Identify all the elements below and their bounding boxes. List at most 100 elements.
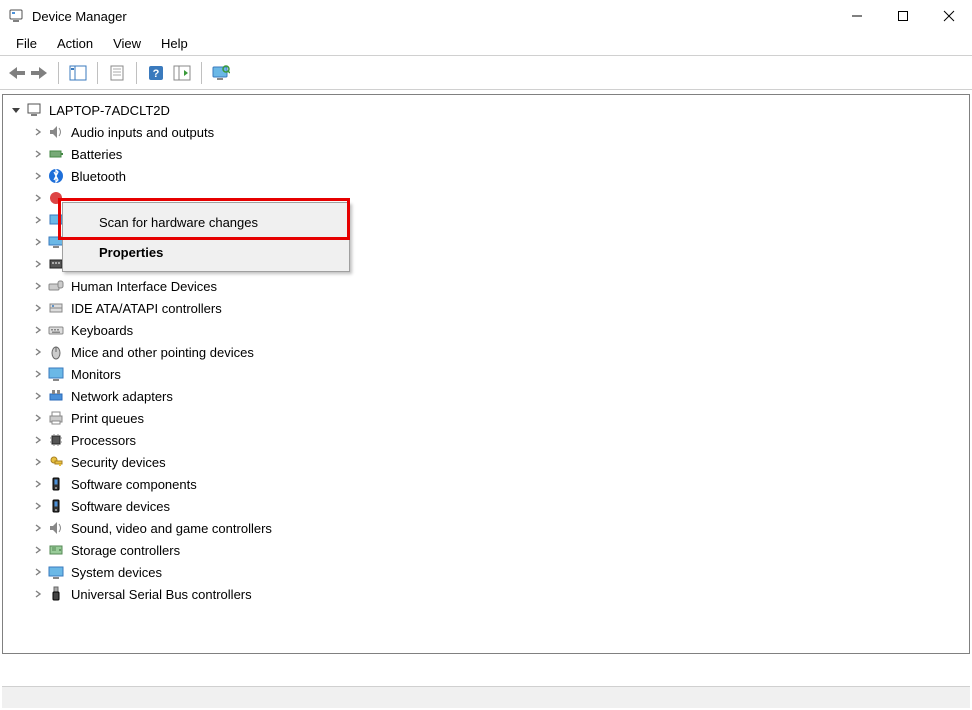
chevron-right-icon[interactable] <box>31 411 45 425</box>
tree-item-storage[interactable]: Storage controllers <box>3 539 969 561</box>
menu-view[interactable]: View <box>103 33 151 54</box>
titlebar: Device Manager <box>0 0 972 32</box>
tree-item-label: Human Interface Devices <box>69 279 217 294</box>
minimize-button[interactable] <box>834 0 880 32</box>
chevron-right-icon[interactable] <box>31 433 45 447</box>
tree-item-security[interactable]: Security devices <box>3 451 969 473</box>
chevron-right-icon[interactable] <box>31 257 45 271</box>
chevron-right-icon[interactable] <box>31 125 45 139</box>
tree-item-label: Audio inputs and outputs <box>69 125 214 140</box>
tree-item-label: Network adapters <box>69 389 173 404</box>
toolbar-show-hide-tree-button[interactable] <box>67 62 89 84</box>
device-tree-panel[interactable]: LAPTOP-7ADCLT2D Audio inputs and outputs… <box>2 94 970 654</box>
tree-item-network[interactable]: Network adapters <box>3 385 969 407</box>
tree-item-processors[interactable]: Processors <box>3 429 969 451</box>
chevron-right-icon[interactable] <box>31 191 45 205</box>
chevron-right-icon[interactable] <box>31 543 45 557</box>
chevron-right-icon[interactable] <box>31 301 45 315</box>
soft-devices-icon <box>47 497 65 515</box>
chevron-right-icon[interactable] <box>31 323 45 337</box>
tree-item-monitors[interactable]: Monitors <box>3 363 969 385</box>
svg-text:?: ? <box>153 68 160 80</box>
context-menu: Scan for hardware changes Properties <box>62 202 350 272</box>
tree-item-soft-devices[interactable]: Software devices <box>3 495 969 517</box>
processors-icon <box>47 431 65 449</box>
tree-item-label: Software devices <box>69 499 170 514</box>
audio-icon <box>47 123 65 141</box>
context-menu-properties[interactable]: Properties <box>65 237 347 267</box>
toolbar-help-button[interactable]: ? <box>145 62 167 84</box>
chevron-right-icon[interactable] <box>31 477 45 491</box>
maximize-button[interactable] <box>880 0 926 32</box>
menu-file[interactable]: File <box>6 33 47 54</box>
menu-help[interactable]: Help <box>151 33 198 54</box>
toolbar-action-button[interactable] <box>171 62 193 84</box>
chevron-right-icon[interactable] <box>31 587 45 601</box>
bluetooth-icon <box>47 167 65 185</box>
menu-action[interactable]: Action <box>47 33 103 54</box>
chevron-right-icon[interactable] <box>31 367 45 381</box>
sound-icon <box>47 519 65 537</box>
security-icon <box>47 453 65 471</box>
tree-item-label: Storage controllers <box>69 543 180 558</box>
tree-item-bluetooth[interactable]: Bluetooth <box>3 165 969 187</box>
storage-icon <box>47 541 65 559</box>
chevron-right-icon[interactable] <box>31 499 45 513</box>
tree-item-label: System devices <box>69 565 162 580</box>
tree-item-label: IDE ATA/ATAPI controllers <box>69 301 222 316</box>
tree-item-audio[interactable]: Audio inputs and outputs <box>3 121 969 143</box>
tree-item-label: Batteries <box>69 147 122 162</box>
statusbar <box>2 686 970 708</box>
tree-item-label: Universal Serial Bus controllers <box>69 587 252 602</box>
back-button[interactable] <box>6 62 28 84</box>
tree-item-label: Print queues <box>69 411 144 426</box>
forward-button[interactable] <box>28 62 50 84</box>
menubar: File Action View Help <box>0 32 972 56</box>
chevron-right-icon[interactable] <box>31 213 45 227</box>
chevron-right-icon[interactable] <box>31 169 45 183</box>
tree-item-label: Monitors <box>69 367 121 382</box>
chevron-right-icon[interactable] <box>31 235 45 249</box>
ide-icon <box>47 299 65 317</box>
tree-item-hid[interactable]: Human Interface Devices <box>3 275 969 297</box>
toolbar: ? <box>0 56 972 90</box>
tree-item-label: Software components <box>69 477 197 492</box>
tree-root-label: LAPTOP-7ADCLT2D <box>47 103 170 118</box>
toolbar-properties-button[interactable] <box>106 62 128 84</box>
chevron-right-icon[interactable] <box>31 147 45 161</box>
mice-icon <box>47 343 65 361</box>
tree-item-print-queues[interactable]: Print queues <box>3 407 969 429</box>
window-title: Device Manager <box>32 9 834 24</box>
tree-item-usb[interactable]: Universal Serial Bus controllers <box>3 583 969 605</box>
tree-item-sound[interactable]: Sound, video and game controllers <box>3 517 969 539</box>
toolbar-scan-button[interactable] <box>210 62 232 84</box>
tree-item-label: Bluetooth <box>69 169 126 184</box>
chevron-right-icon[interactable] <box>31 455 45 469</box>
computer-icon <box>25 101 43 119</box>
close-button[interactable] <box>926 0 972 32</box>
chevron-down-icon[interactable] <box>9 103 23 117</box>
system-icon <box>47 563 65 581</box>
usb-icon <box>47 585 65 603</box>
tree-item-label: Security devices <box>69 455 166 470</box>
tree-item-soft-components[interactable]: Software components <box>3 473 969 495</box>
tree-item-label: Sound, video and game controllers <box>69 521 272 536</box>
context-menu-scan[interactable]: Scan for hardware changes <box>65 207 347 237</box>
tree-item-batteries[interactable]: Batteries <box>3 143 969 165</box>
device-tree: LAPTOP-7ADCLT2D Audio inputs and outputs… <box>3 95 969 609</box>
chevron-right-icon[interactable] <box>31 565 45 579</box>
tree-item-mice[interactable]: Mice and other pointing devices <box>3 341 969 363</box>
chevron-right-icon[interactable] <box>31 521 45 535</box>
tree-item-keyboards[interactable]: Keyboards <box>3 319 969 341</box>
window-controls <box>834 0 972 32</box>
chevron-right-icon[interactable] <box>31 345 45 359</box>
chevron-right-icon[interactable] <box>31 389 45 403</box>
tree-item-label: Keyboards <box>69 323 133 338</box>
tree-item-ide[interactable]: IDE ATA/ATAPI controllers <box>3 297 969 319</box>
soft-components-icon <box>47 475 65 493</box>
tree-item-system[interactable]: System devices <box>3 561 969 583</box>
monitors-icon <box>47 365 65 383</box>
app-icon <box>8 8 24 24</box>
chevron-right-icon[interactable] <box>31 279 45 293</box>
tree-root[interactable]: LAPTOP-7ADCLT2D <box>3 99 969 121</box>
